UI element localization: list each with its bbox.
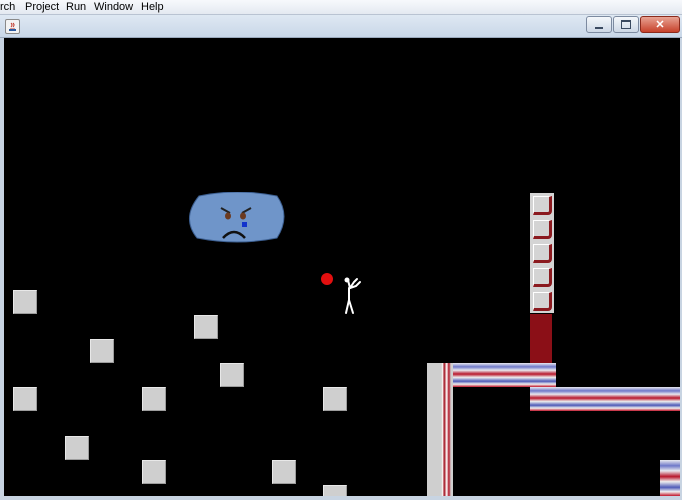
stone-block (142, 460, 166, 484)
sad-cloud-enemy (189, 192, 285, 243)
column-tile (530, 241, 554, 265)
maximize-button[interactable] (613, 16, 639, 33)
menu-item-window[interactable]: Window (94, 0, 133, 14)
stone-block (194, 315, 218, 339)
stone-block (142, 387, 166, 411)
column-tile (530, 265, 554, 289)
stone-block (272, 460, 296, 484)
pipe-stub (660, 460, 680, 496)
close-icon: ✕ (655, 19, 665, 31)
vertical-pipe (427, 363, 453, 496)
red-shaft (530, 314, 552, 364)
red-ball-projectile (321, 273, 333, 285)
column-tile (530, 217, 554, 241)
stone-block (13, 387, 37, 411)
menu-bar: rch Project Run Window Help (0, 0, 682, 15)
menu-item-project[interactable]: Project (25, 0, 59, 14)
column-tile (530, 193, 554, 217)
menu-item-run[interactable]: Run (66, 0, 86, 14)
menu-item-help[interactable]: Help (141, 0, 164, 14)
window-frame-bottom (0, 496, 682, 500)
horizontal-pipe-upper (453, 363, 556, 387)
stone-block (323, 485, 347, 496)
window-titlebar[interactable]: ✕ (0, 15, 682, 38)
game-canvas[interactable] (4, 38, 680, 496)
minimize-button[interactable] (586, 16, 612, 33)
column-tile (530, 289, 554, 313)
stone-block (65, 436, 89, 460)
stone-block (90, 339, 114, 363)
stick-figure-player (344, 277, 361, 314)
stone-block (323, 387, 347, 411)
maximize-icon (614, 17, 638, 32)
stone-block (220, 363, 244, 387)
java-app-icon[interactable] (5, 19, 20, 34)
close-button[interactable]: ✕ (640, 16, 680, 33)
minimize-icon (587, 17, 611, 32)
horizontal-pipe-right (530, 387, 680, 411)
menu-item-search[interactable]: rch (0, 0, 15, 14)
stone-block (13, 290, 37, 314)
